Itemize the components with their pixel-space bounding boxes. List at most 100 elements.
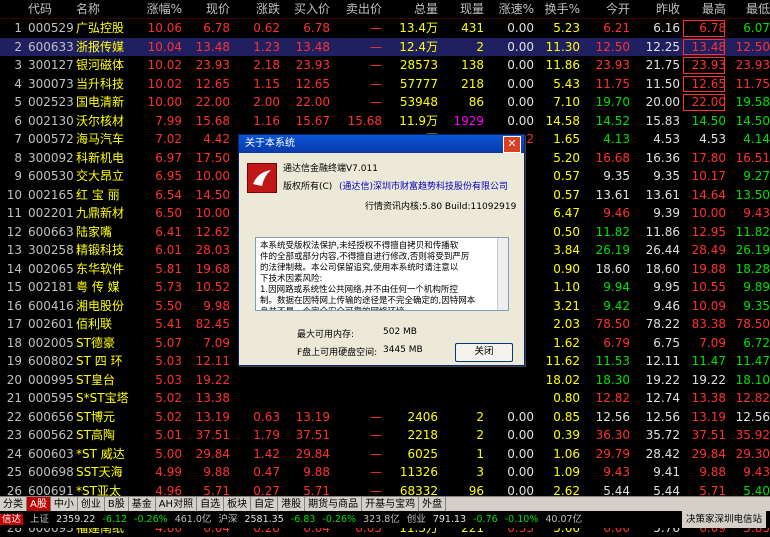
cell-chg [236,389,280,408]
cell-code: 600633 [28,38,74,57]
cell-pct: 6.54 [140,186,182,205]
cell-idx: 12 [0,223,22,242]
table-row[interactable]: 23600562ST高陶5.0137.511.7937.51—221820.00… [0,426,770,445]
cell-pct: 6.95 [140,167,182,186]
close-icon[interactable]: ✕ [503,136,521,153]
cell-vol [382,371,438,390]
tab-8[interactable]: 板块 [224,497,251,512]
cell-idx: 3 [0,56,22,75]
cell-name: 佰利联 [76,315,138,334]
license-scrollbar[interactable] [497,238,508,310]
tab-10[interactable]: 港股 [278,497,305,512]
sz-amount: 323.8亿 [363,514,400,525]
cell-open: 18.60 [584,260,630,279]
tab-1[interactable]: A股 [27,497,51,512]
cell-open: 11.53 [584,352,630,371]
cell-price: 14.50 [186,186,230,205]
table-row[interactable]: 24600603*ST 威达5.0029.841.4229.84—602510.… [0,445,770,464]
cell-pct: 5.07 [140,334,182,353]
cell-idx: 2 [0,38,22,57]
table-row[interactable]: 20000995ST皇台5.0319.2218.0218.3019.2219.2… [0,371,770,390]
header-bid[interactable]: 买入价 [286,0,330,18]
header-pct[interactable]: 涨幅% [140,0,182,18]
cell-bid: 23.93 [286,56,330,75]
cell-tov: 5.20 [538,149,580,168]
header-high[interactable]: 最高 [682,0,726,18]
header-chg[interactable]: 涨跌 [236,0,280,18]
cell-prev: 9.39 [634,204,680,223]
tab-3[interactable]: 创业 [78,497,105,512]
tab-0[interactable]: 分类 [0,497,27,512]
license-text[interactable]: 本系统受版权法保护,未经授权不得擅自拷贝和传播软件的全部或部分内容,不得擅自进行… [255,237,509,311]
cell-prev: 11.50 [634,75,680,94]
tab-4[interactable]: B股 [105,497,129,512]
cell-bid: 13.19 [286,408,330,427]
tab-12[interactable]: 开基与宝鸡 [362,497,419,512]
cell-high: 14.50 [682,112,726,131]
tab-7[interactable]: 自选 [197,497,224,512]
table-row[interactable]: 1000529广弘控股10.066.780.626.78—13.4万4310.0… [0,19,770,38]
sh-change: -6.12 [102,514,127,525]
table-row[interactable]: 4300073当升科技10.0212.651.1512.65—577772180… [0,75,770,94]
license-line: 的法律制裁。本公司保留追究,使用本系统时请注意以 [260,263,504,274]
tab-5[interactable]: 基金 [129,497,156,512]
cell-low: 6.72 [728,334,770,353]
license-line: 制。数据在因特网上传输的途径是不完全确定的,因特网本 [260,296,504,307]
header-prev[interactable]: 昨收 [634,0,680,18]
header-name[interactable]: 名称 [76,0,138,18]
cell-code: 002601 [28,315,74,334]
cell-name: *ST 威达 [76,445,138,464]
close-button[interactable]: 关闭 [455,343,513,362]
cell-ask: — [336,75,382,94]
cell-spd: 0.00 [484,56,534,75]
tab-2[interactable]: 中小 [51,497,78,512]
cell-price: 13.38 [186,389,230,408]
header-price[interactable]: 现价 [186,0,230,18]
header-spd[interactable]: 涨速% [484,0,534,18]
company-name[interactable]: (通达信)深圳市财富趋势科技股份有限公司 [339,179,508,192]
cell-open: 9.43 [584,463,630,482]
cell-spd: 0.00 [484,463,534,482]
tab-6[interactable]: AH对照 [156,497,197,512]
server-status[interactable]: 决策家深圳电信站 [682,511,766,528]
header-vol[interactable]: 总量 [382,0,438,18]
table-row[interactable]: 3300127银河磁体10.0223.932.1823.93—285731380… [0,56,770,75]
cell-pct: 6.50 [140,204,182,223]
header-code[interactable]: 代码 [28,0,74,18]
table-row[interactable]: 5002523国电清新10.0022.002.0022.00—53948860.… [0,93,770,112]
cell-high: 12.65 [682,75,726,94]
cell-pct: 5.41 [140,315,182,334]
table-row[interactable]: 25600698SST天海4.999.880.479.88—1132630.00… [0,463,770,482]
header-tov[interactable]: 换手% [538,0,580,18]
table-row[interactable]: 22600656ST博元5.0213.190.6313.19—240620.00… [0,408,770,427]
table-row[interactable]: 6002130沃尔核材7.9915.681.1615.6715.6811.9万1… [0,112,770,131]
cell-high: 12.95 [682,223,726,242]
cell-code: 600698 [28,463,74,482]
license-line: 身并不是一个完全安全可靠的网络环境。 [260,307,504,311]
cell-prev: 6.75 [634,334,680,353]
cell-price: 12.11 [186,352,230,371]
license-line: 件的全部或部分内容,不得擅自进行修改,否则将受到严厉 [260,252,504,263]
cell-open: 6.79 [584,334,630,353]
cell-idx: 13 [0,241,22,260]
cell-open: 9.94 [584,278,630,297]
header-open[interactable]: 今开 [584,0,630,18]
cell-vol: 57777 [382,75,438,94]
tab-13[interactable]: 外盘 [419,497,446,512]
cell-code: 600416 [28,297,74,316]
header-ask[interactable]: 卖出价 [336,0,382,18]
cell-tov: 6.47 [538,204,580,223]
header-low[interactable]: 最低 [728,0,770,18]
header-cur[interactable]: 现量 [440,0,484,18]
tab-9[interactable]: 自定 [251,497,278,512]
cell-price: 10.00 [186,204,230,223]
dialog-titlebar[interactable]: 关于本系统 ✕ [239,135,524,153]
product-name: 通达信金融终端V7.011 [283,161,378,174]
table-row[interactable]: 2600633浙报传媒10.0413.481.2313.48—12.4万20.0… [0,38,770,57]
cell-tov: 1.06 [538,445,580,464]
table-row[interactable]: 21000595S*ST宝塔5.0213.380.8012.8212.7413.… [0,389,770,408]
tab-11[interactable]: 期货与商品 [305,497,362,512]
cell-price: 37.51 [186,426,230,445]
cell-low: 18.10 [728,371,770,390]
cy-pct: -0.10% [505,514,539,525]
